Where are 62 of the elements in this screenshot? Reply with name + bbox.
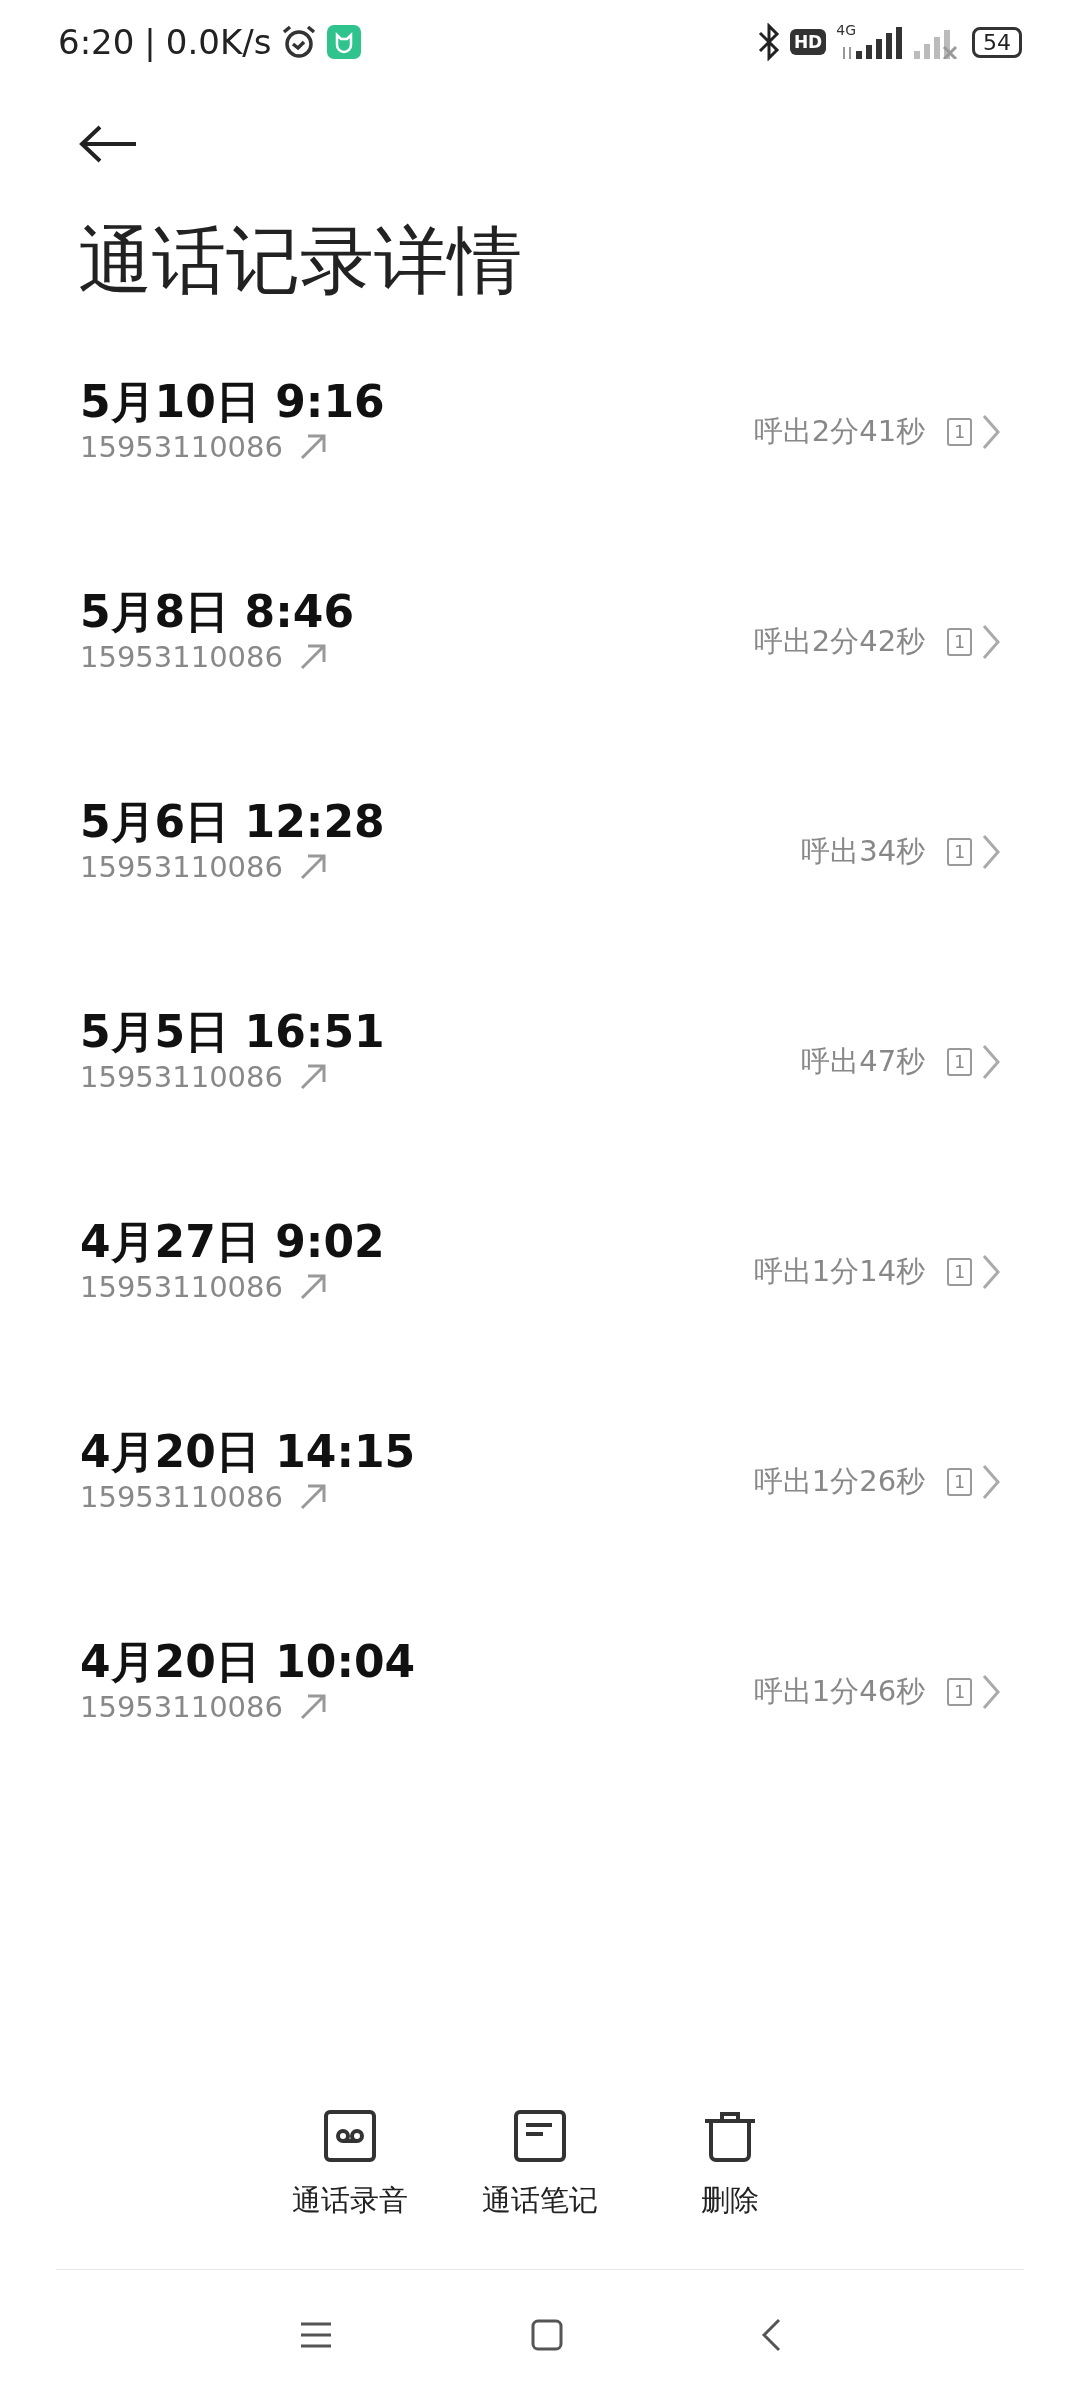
call-date: 5月5日 16:51	[80, 1005, 386, 1059]
sim-badge: 1	[947, 1468, 972, 1496]
outgoing-call-icon	[298, 1273, 327, 1301]
battery-indicator: 54	[972, 26, 1022, 58]
delete-button[interactable]: 删除	[665, 2109, 795, 2221]
chevron-right-icon[interactable]	[982, 1254, 1000, 1290]
sim-badge: 1	[947, 418, 972, 446]
outgoing-call-icon	[298, 853, 327, 881]
alarm-icon	[281, 24, 318, 60]
outgoing-call-icon	[298, 1483, 327, 1511]
chevron-right-icon[interactable]	[982, 624, 1000, 660]
call-date: 4月20日 14:15	[80, 1425, 417, 1479]
sim-badge: 1	[947, 838, 972, 866]
phone-number: 15953110086	[80, 1060, 283, 1094]
call-date: 4月27日 9:02	[80, 1215, 386, 1269]
phone-number: 15953110086	[80, 640, 283, 674]
outgoing-call-icon	[298, 433, 327, 461]
app-notification-icon	[327, 25, 362, 59]
call-duration: 呼出1分46秒	[753, 1673, 926, 1710]
phone-number: 15953110086	[80, 850, 283, 884]
clock: 6:20	[58, 22, 135, 62]
outgoing-call-icon	[298, 643, 327, 671]
phone-number: 15953110086	[80, 1690, 283, 1724]
home-icon[interactable]	[531, 2319, 563, 2351]
call-duration: 呼出1分14秒	[753, 1253, 926, 1290]
outgoing-call-icon	[298, 1063, 327, 1091]
hd-badge: HD	[789, 29, 827, 55]
note-icon	[513, 2109, 567, 2163]
page-title: 通话记录详情	[78, 216, 523, 305]
call-duration: 呼出47秒	[801, 1043, 926, 1080]
chevron-right-icon[interactable]	[982, 834, 1000, 870]
call-duration: 呼出2分42秒	[753, 623, 926, 660]
call-date: 4月20日 10:04	[80, 1635, 417, 1689]
phone-number: 15953110086	[80, 1480, 283, 1514]
bluetooth-icon	[757, 23, 780, 61]
chevron-right-icon[interactable]	[982, 1674, 1000, 1710]
phone-number: 15953110086	[80, 430, 283, 464]
trash-icon	[703, 2109, 757, 2163]
sim-badge: 1	[947, 628, 972, 656]
voicemail-icon	[323, 2109, 377, 2163]
call-duration: 呼出1分26秒	[753, 1463, 926, 1500]
chevron-right-icon[interactable]	[982, 1464, 1000, 1500]
call-duration: 呼出2分41秒	[753, 413, 926, 450]
back-nav-icon[interactable]	[761, 2318, 781, 2352]
chevron-right-icon[interactable]	[982, 1044, 1000, 1080]
call-recording-button[interactable]: 通话录音	[285, 2109, 415, 2221]
separator: |	[144, 22, 156, 62]
phone-number: 15953110086	[80, 1270, 283, 1304]
sim-badge: 1	[947, 1048, 972, 1076]
sim-badge: 1	[947, 1678, 972, 1706]
menu-icon[interactable]	[299, 2321, 333, 2349]
outgoing-call-icon	[298, 1693, 327, 1721]
sim-badge: 1	[947, 1258, 972, 1286]
back-button[interactable]	[78, 124, 138, 164]
call-date: 5月10日 9:16	[80, 375, 386, 429]
call-date: 5月6日 12:28	[80, 795, 386, 849]
chevron-right-icon[interactable]	[982, 414, 1000, 450]
call-duration: 呼出34秒	[801, 833, 926, 870]
call-date: 5月8日 8:46	[80, 585, 355, 639]
network-speed: 0.0K/s	[165, 22, 272, 62]
network-type: 4G	[836, 22, 856, 38]
call-notes-button[interactable]: 通话笔记	[475, 2109, 605, 2221]
